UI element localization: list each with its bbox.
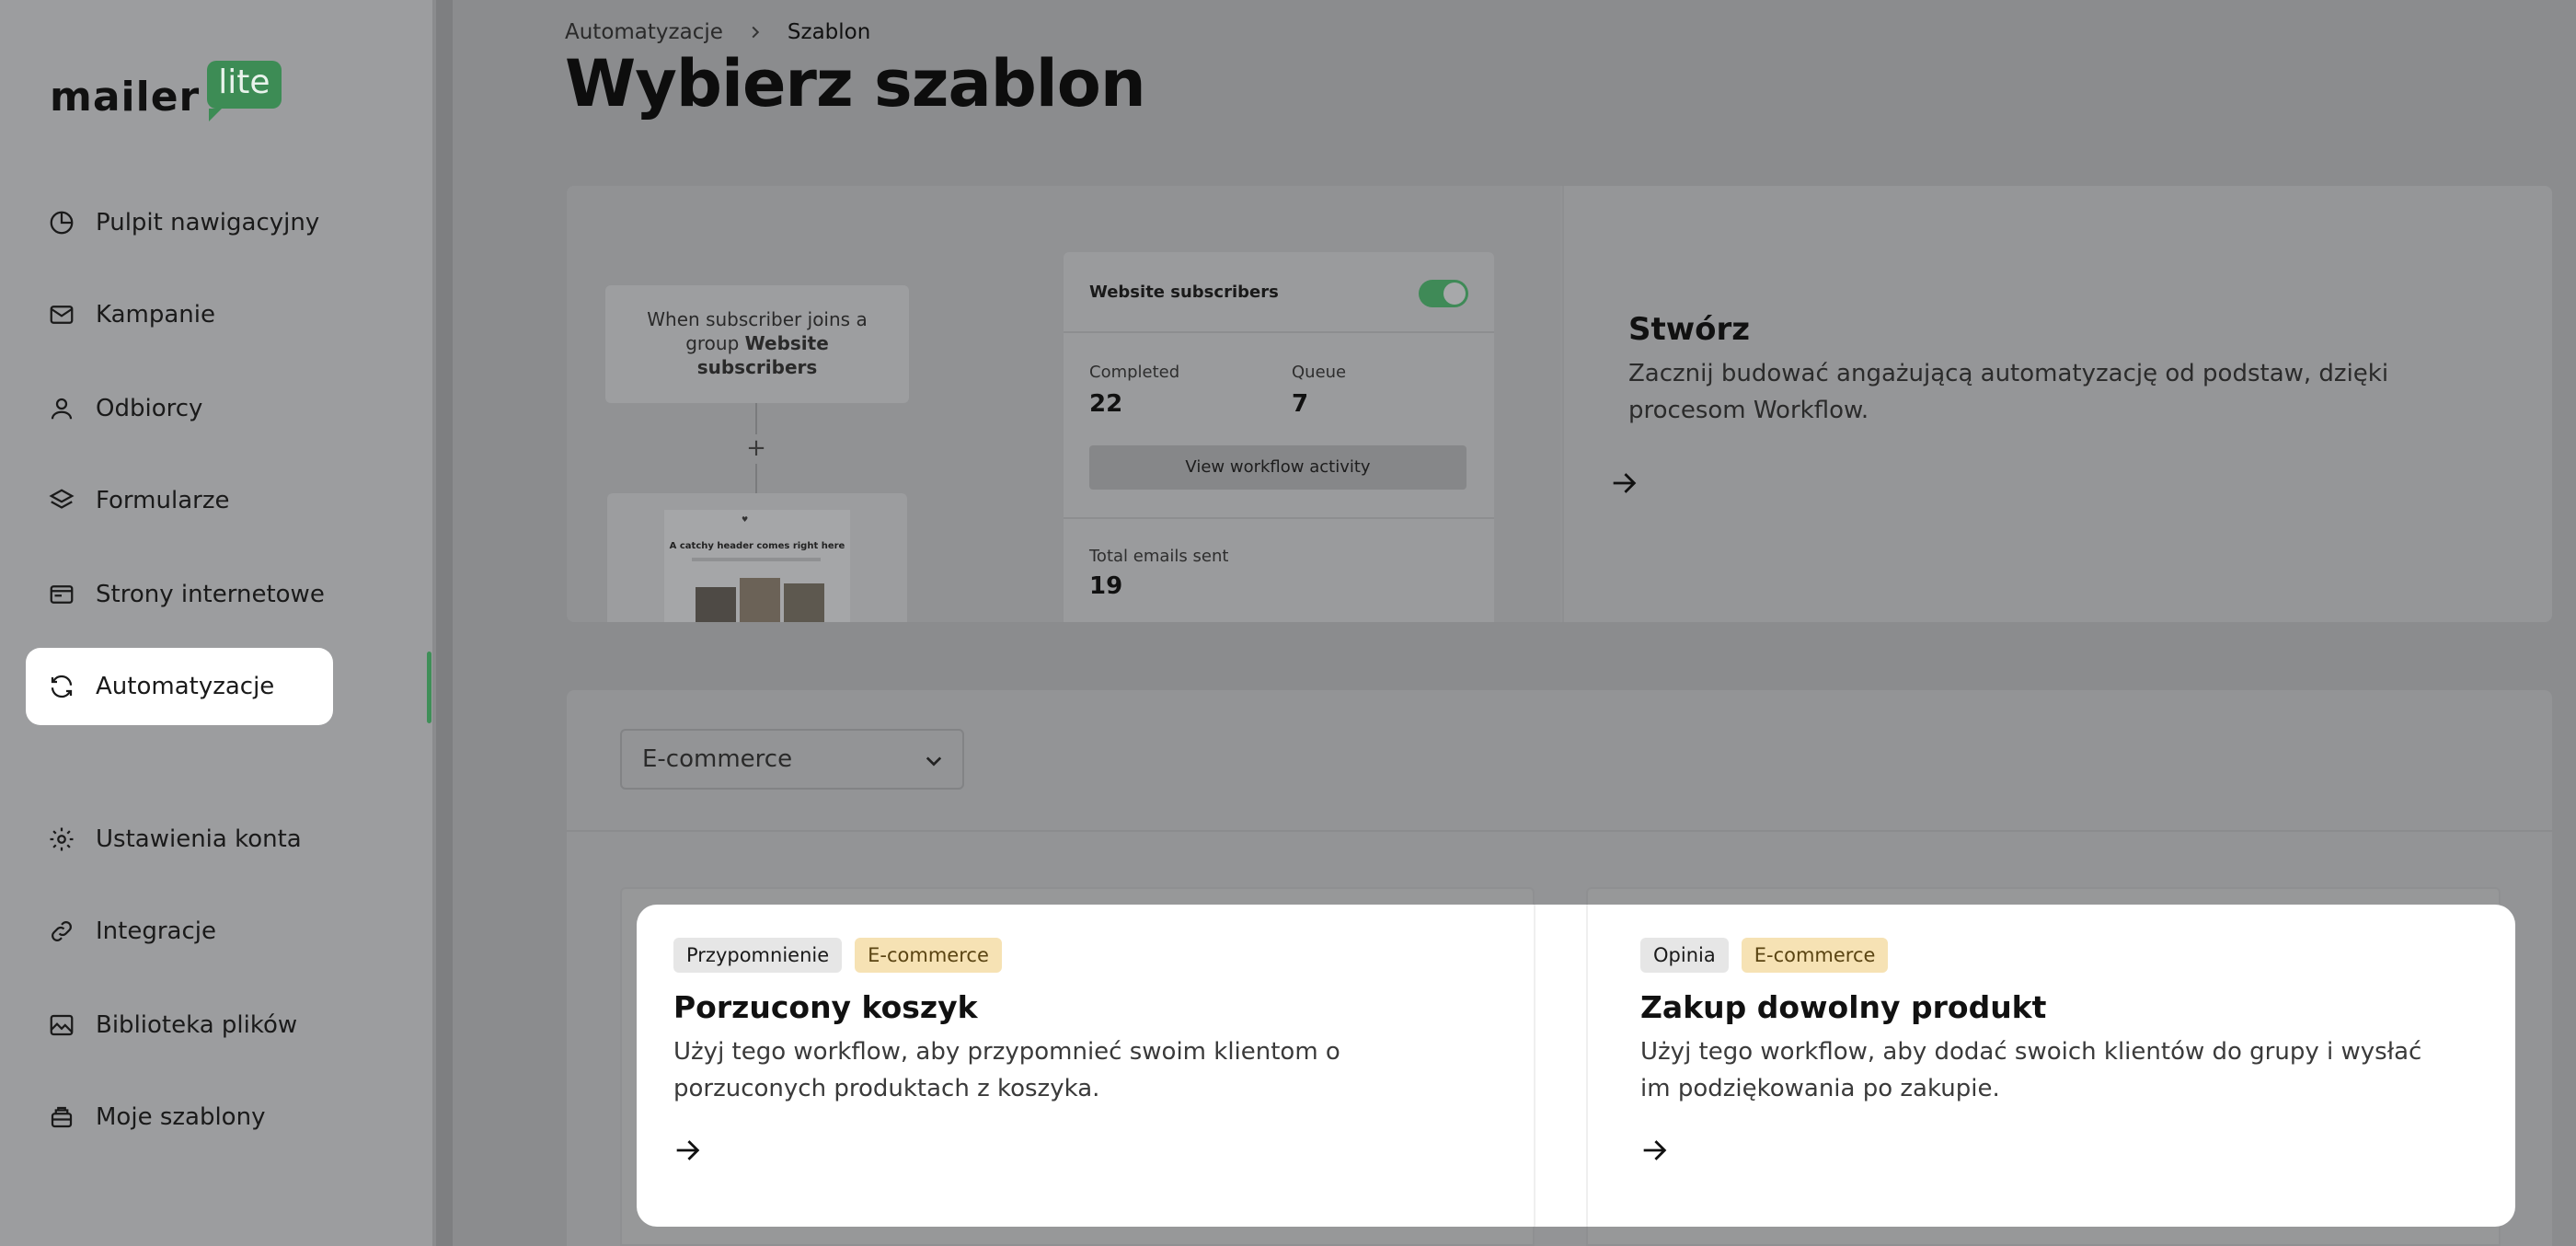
- arrow-right-icon[interactable]: [1639, 1135, 1670, 1166]
- chevron-down-icon: [926, 756, 942, 767]
- create-title: Stwórz: [1628, 311, 1751, 348]
- sidebar-item-automations[interactable]: Automatyzacje: [26, 648, 333, 725]
- template-title: Zakup dowolny produkt: [1640, 989, 2047, 1025]
- trigger-card: When subscriber joins a group Website su…: [605, 285, 909, 403]
- gear-icon: [50, 827, 74, 851]
- sidebar-item-my-templates[interactable]: Moje szablony: [26, 1079, 333, 1156]
- sidebar-item-websites[interactable]: Strony internetowe: [26, 556, 333, 633]
- create-card[interactable]: Stwórz Zacznij budować angażującą automa…: [1562, 186, 2552, 622]
- template-description: Użyj tego workflow, aby dodać swoich kli…: [1640, 1038, 2422, 1102]
- sidebar-scrollbar[interactable]: [436, 0, 453, 1246]
- divider: [567, 830, 2552, 832]
- dashboard-icon: [50, 211, 74, 235]
- queue-value: 7: [1292, 390, 1309, 418]
- sidebar-item-label: Ustawienia konta: [96, 825, 302, 853]
- chevron-right-icon: [752, 26, 760, 39]
- total-emails-value: 19: [1089, 572, 1123, 600]
- website-icon: [50, 585, 74, 604]
- sidebar-item-label: Automatyzacje: [96, 673, 275, 700]
- sidebar-item-label: Strony internetowe: [96, 581, 325, 608]
- tag-ecommerce: E-commerce: [1741, 938, 1889, 973]
- sidebar-item-account-settings[interactable]: Ustawienia konta: [26, 801, 333, 878]
- sidebar-item-forms[interactable]: Formularze: [26, 462, 333, 539]
- tag-feedback: Opinia: [1640, 938, 1729, 973]
- email-subline: [692, 558, 821, 561]
- layers-icon: [49, 489, 75, 509]
- sidebar-item-subscribers[interactable]: Odbiorcy: [26, 370, 333, 447]
- refresh-icon: [51, 675, 73, 698]
- view-workflow-activity-button: View workflow activity: [1089, 445, 1466, 490]
- category-select[interactable]: E-commerce: [620, 729, 964, 790]
- arrow-right-icon[interactable]: [672, 1135, 703, 1166]
- breadcrumb: Automatyzacje Szablon: [565, 20, 870, 44]
- arrow-right-icon[interactable]: [1608, 467, 1639, 499]
- logo-badge: lite: [207, 61, 282, 121]
- email-photo: [784, 583, 824, 622]
- breadcrumb-parent[interactable]: Automatyzacje: [565, 20, 723, 44]
- completed-value: 22: [1089, 390, 1123, 418]
- template-card-abandoned-cart[interactable]: Przypomnienie E-commerce Porzucony koszy…: [637, 905, 1534, 1227]
- category-select-value: E-commerce: [642, 745, 793, 773]
- divider: [1586, 905, 1588, 1227]
- tag-ecommerce: E-commerce: [855, 938, 1002, 973]
- email-thumbnail: ♥ A catchy header comes right here: [664, 510, 850, 622]
- email-step-card: ♥ A catchy header comes right here: [607, 493, 907, 622]
- completed-label: Completed: [1089, 363, 1180, 382]
- sidebar-item-label: Formularze: [96, 487, 230, 514]
- template-cards: Przypomnienie E-commerce Porzucony koszy…: [637, 905, 2515, 1227]
- email-photo: [740, 578, 780, 622]
- sidebar-item-label: Moje szablony: [96, 1103, 266, 1131]
- template-title: Porzucony koszyk: [673, 989, 978, 1025]
- link-icon: [52, 921, 72, 941]
- sidebar-item-label: Pulpit nawigacyjny: [96, 209, 320, 237]
- sidebar-item-label: Biblioteka plików: [96, 1011, 298, 1039]
- flow-connector: [755, 464, 757, 493]
- divider: [1064, 517, 1494, 519]
- user-icon: [51, 398, 73, 420]
- page-title: Wybierz szablon: [565, 46, 1146, 121]
- image-icon: [50, 1014, 74, 1036]
- sidebar-item-dashboard[interactable]: Pulpit nawigacyjny: [26, 184, 333, 261]
- tag-list: Opinia E-commerce: [1640, 938, 1889, 973]
- email-brand-icon: ♥: [742, 515, 749, 524]
- tag-reminder: Przypomnienie: [673, 938, 843, 973]
- template-description: Użyj tego workflow, aby przypomnieć swoi…: [673, 1038, 1340, 1102]
- breadcrumb-current: Szablon: [787, 20, 871, 44]
- stats-title-text: Website subscribers: [1089, 282, 1279, 302]
- workflow-preview: When subscriber joins a group Website su…: [567, 186, 1560, 622]
- create-from-scratch-panel[interactable]: When subscriber joins a group Website su…: [567, 186, 2552, 622]
- email-photo: [696, 587, 736, 622]
- total-emails-label: Total emails sent: [1089, 547, 1229, 566]
- plus-icon: +: [746, 434, 766, 462]
- queue-label: Queue: [1292, 363, 1347, 382]
- logo-word: mailer: [50, 74, 201, 121]
- flow-connector: [755, 403, 757, 434]
- tag-list: Przypomnienie E-commerce: [673, 938, 1002, 973]
- email-header: A catchy header comes right here: [669, 541, 845, 551]
- template-card-any-purchase[interactable]: Opinia E-commerce Zakup dowolny produkt …: [1604, 905, 2515, 1227]
- workflow-toggle: [1419, 280, 1468, 307]
- create-description: Zacznij budować angażującą automatyzację…: [1628, 360, 2389, 424]
- sidebar-item-file-library[interactable]: Biblioteka plików: [26, 986, 333, 1064]
- mailerlite-logo[interactable]: mailer lite: [50, 53, 282, 121]
- sidebar-item-label: Kampanie: [96, 301, 215, 329]
- workflow-stats-card: Website subscribers Completed 22 Queue 7…: [1064, 252, 1494, 622]
- template-icon: [51, 1106, 73, 1128]
- sidebar-item-label: Odbiorcy: [96, 395, 203, 422]
- sidebar-item-campaigns[interactable]: Kampanie: [26, 276, 333, 353]
- sidebar: mailer lite Pulpit nawigacyjny Kampanie …: [0, 0, 434, 1246]
- sidebar-item-label: Integracje: [96, 917, 216, 945]
- divider: [1534, 905, 1535, 1227]
- mail-icon: [50, 306, 74, 324]
- active-indicator: [427, 652, 431, 723]
- sidebar-item-integrations[interactable]: Integracje: [26, 893, 333, 970]
